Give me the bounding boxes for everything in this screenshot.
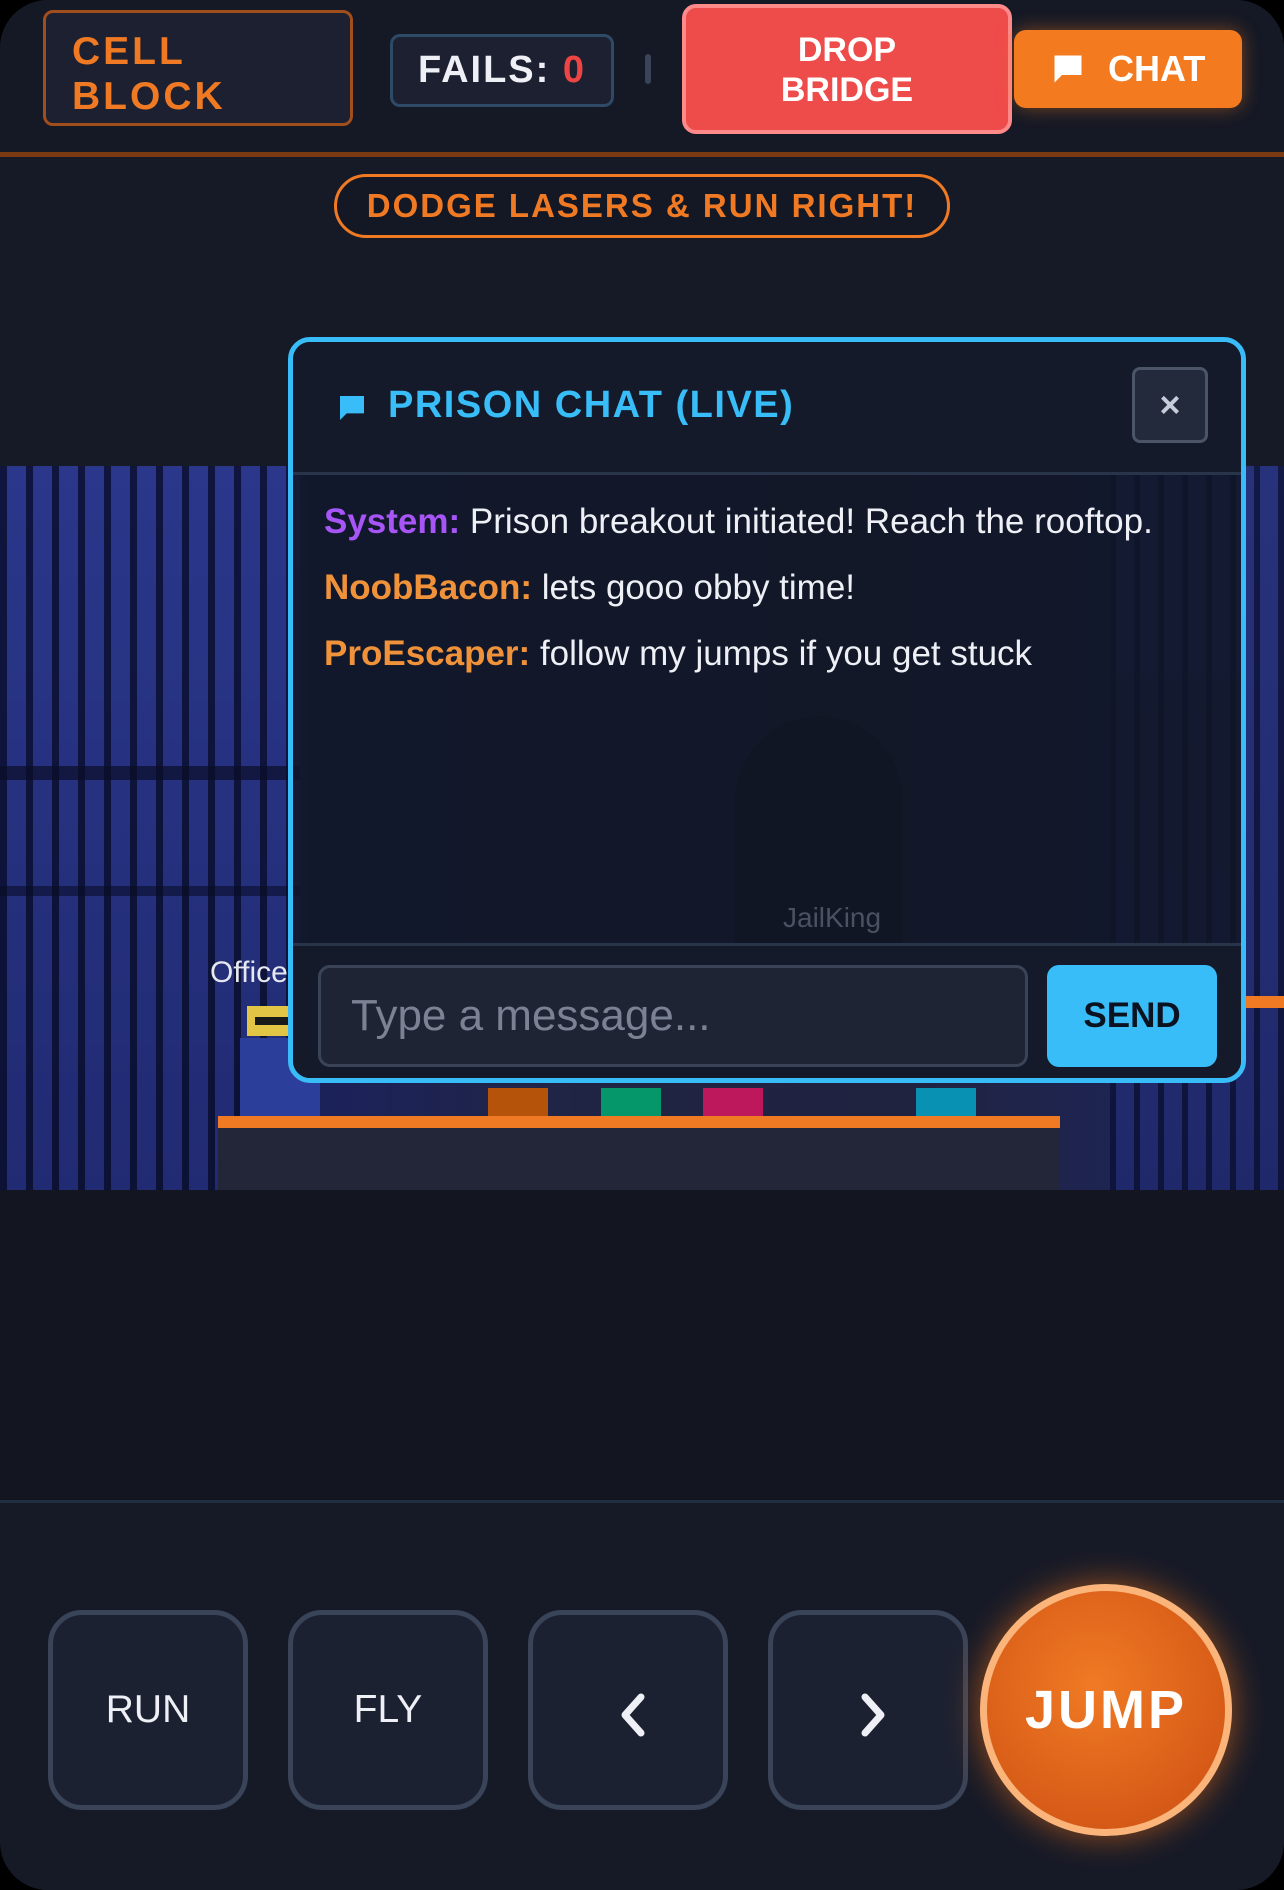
- chat-text: follow my jumps if you get stuck: [530, 634, 1033, 673]
- laser-emitter: [916, 1088, 976, 1116]
- chat-button[interactable]: CHAT: [1014, 30, 1242, 108]
- chat-input-area: SEND: [293, 943, 1241, 1078]
- drop-bridge-button[interactable]: DROP BRIDGE: [682, 4, 1012, 134]
- chat-message: ProEscaper: follow my jumps if you get s…: [324, 632, 1224, 676]
- game-screen: Office CELL BLOCK FAILS: 0 DROP BRIDGE C…: [0, 0, 1284, 1890]
- ground-area: [0, 1190, 1284, 1502]
- chat-message-list: System: Prison breakout initiated! Reach…: [324, 500, 1224, 698]
- laser-emitter: [703, 1088, 763, 1116]
- chat-header: PRISON CHAT (LIVE) ×: [293, 342, 1241, 475]
- chat-text: Prison breakout initiated! Reach the roo…: [460, 502, 1153, 541]
- chevron-left-icon: [621, 1693, 645, 1737]
- chat-username: ProEscaper:: [324, 634, 531, 673]
- run-button[interactable]: RUN: [48, 1610, 248, 1810]
- laser-emitter: [488, 1088, 548, 1116]
- chevron-right-icon: [861, 1693, 885, 1737]
- jump-button[interactable]: JUMP: [980, 1584, 1232, 1836]
- level-name-line2: BLOCK: [72, 75, 226, 118]
- move-right-button[interactable]: [768, 1610, 968, 1810]
- fails-label: FAILS:: [417, 49, 551, 91]
- chat-text: lets gooo obby time!: [532, 568, 856, 607]
- chat-button-label: CHAT: [1108, 48, 1206, 89]
- objective-hint: DODGE LASERS & RUN RIGHT!: [334, 174, 950, 238]
- chat-username: NoobBacon:: [324, 568, 533, 607]
- level-name-line1: CELL: [72, 30, 186, 73]
- laser-emitter: [601, 1088, 661, 1116]
- chat-title: PRISON CHAT (LIVE): [388, 384, 795, 426]
- chat-panel: PRISON CHAT (LIVE) × System: Prison brea…: [288, 337, 1246, 1083]
- send-button[interactable]: SEND: [1047, 965, 1217, 1067]
- top-bar: CELL BLOCK FAILS: 0 DROP BRIDGE CHAT: [0, 0, 1284, 157]
- chat-bubble-icon: [1054, 55, 1082, 83]
- fails-counter: FAILS: 0: [390, 34, 614, 107]
- fly-button[interactable]: FLY: [288, 1610, 488, 1810]
- level-name-badge: CELL BLOCK: [43, 10, 353, 126]
- separator: [645, 54, 651, 84]
- chat-message: NoobBacon: lets gooo obby time!: [324, 566, 1224, 610]
- close-chat-button[interactable]: ×: [1132, 367, 1208, 443]
- chat-bubble-icon: [340, 396, 364, 420]
- controls-divider: [0, 1500, 1284, 1503]
- cell-beam: [0, 886, 300, 896]
- chat-message: System: Prison breakout initiated! Reach…: [324, 500, 1224, 544]
- background-player-name: JailKing: [783, 902, 882, 933]
- cell-beam: [0, 766, 300, 780]
- chat-message-input[interactable]: [318, 965, 1028, 1067]
- move-left-button[interactable]: [528, 1610, 728, 1810]
- fails-count: 0: [562, 49, 587, 91]
- chat-username: System:: [324, 502, 461, 541]
- main-platform: [218, 1116, 1060, 1190]
- npc-name-label: Office: [210, 956, 288, 989]
